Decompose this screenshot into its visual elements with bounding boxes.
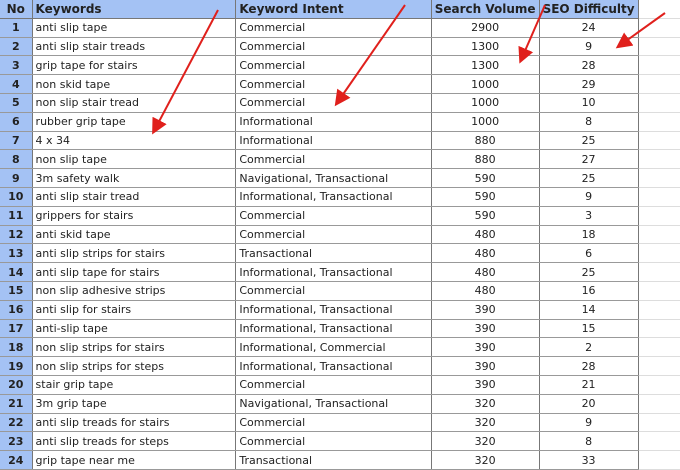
- arrow-annotation: [152, 9, 219, 135]
- arrow-annotation: [518, 4, 546, 64]
- arrow-annotation: [334, 4, 406, 107]
- arrow-annotation: [615, 12, 666, 49]
- annotation-arrows: [152, 4, 666, 135]
